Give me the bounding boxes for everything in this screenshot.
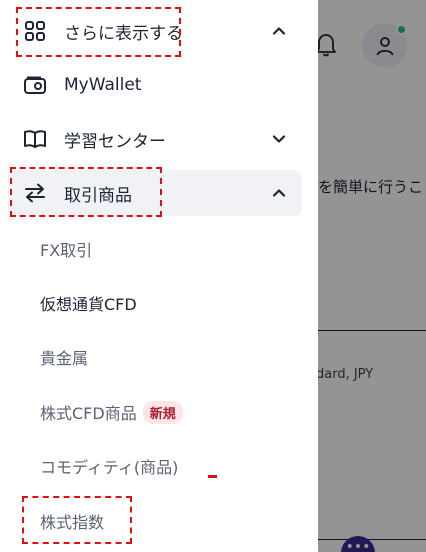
menu-item-label: 取引商品	[64, 185, 132, 206]
menu-item-label: 学習センター	[64, 131, 166, 152]
chevron-up-icon[interactable]	[270, 184, 288, 202]
side-drawer: さらに表示する MyWallet 学習センター 取引商品 FX取引 仮想通貨CF…	[0, 0, 318, 552]
submenu-item-label: FX取引	[40, 241, 93, 260]
menu-item-label: さらに表示する	[64, 23, 183, 44]
submenu-item-label: 貴金属	[40, 349, 89, 368]
submenu-item-crypto-cfd[interactable]: 仮想通貨CFD	[40, 285, 137, 321]
wallet-icon	[22, 72, 48, 98]
submenu-item-stock-cfd[interactable]: 株式CFD商品 新規	[40, 394, 183, 430]
submenu-item-commodities[interactable]: コモディティ(商品)	[40, 448, 178, 484]
chevron-down-icon[interactable]	[270, 130, 288, 148]
submenu-item-label: コモディティ(商品)	[40, 458, 179, 477]
submenu-item-label: 株式指数	[40, 513, 105, 532]
menu-item-learning-center[interactable]: 学習センター	[8, 116, 302, 162]
swap-arrows-icon	[22, 180, 48, 206]
submenu-item-precious-metals[interactable]: 貴金属	[40, 339, 88, 375]
menu-item-show-more[interactable]: さらに表示する	[8, 8, 302, 54]
submenu-item-fx[interactable]: FX取引	[40, 231, 92, 267]
submenu-item-label: 株式CFD商品	[40, 404, 137, 423]
menu-item-label: MyWallet	[64, 75, 142, 95]
menu-item-trading-products[interactable]: 取引商品	[8, 170, 302, 216]
chevron-up-icon[interactable]	[270, 22, 288, 40]
book-icon	[22, 126, 48, 152]
red-marker	[208, 475, 217, 478]
submenu-item-stock-indices[interactable]: 株式指数	[40, 503, 104, 539]
menu-item-mywallet[interactable]: MyWallet	[8, 62, 302, 108]
submenu-item-label: 仮想通貨CFD	[40, 295, 137, 314]
grid-icon	[22, 18, 48, 44]
new-badge: 新規	[142, 400, 183, 424]
